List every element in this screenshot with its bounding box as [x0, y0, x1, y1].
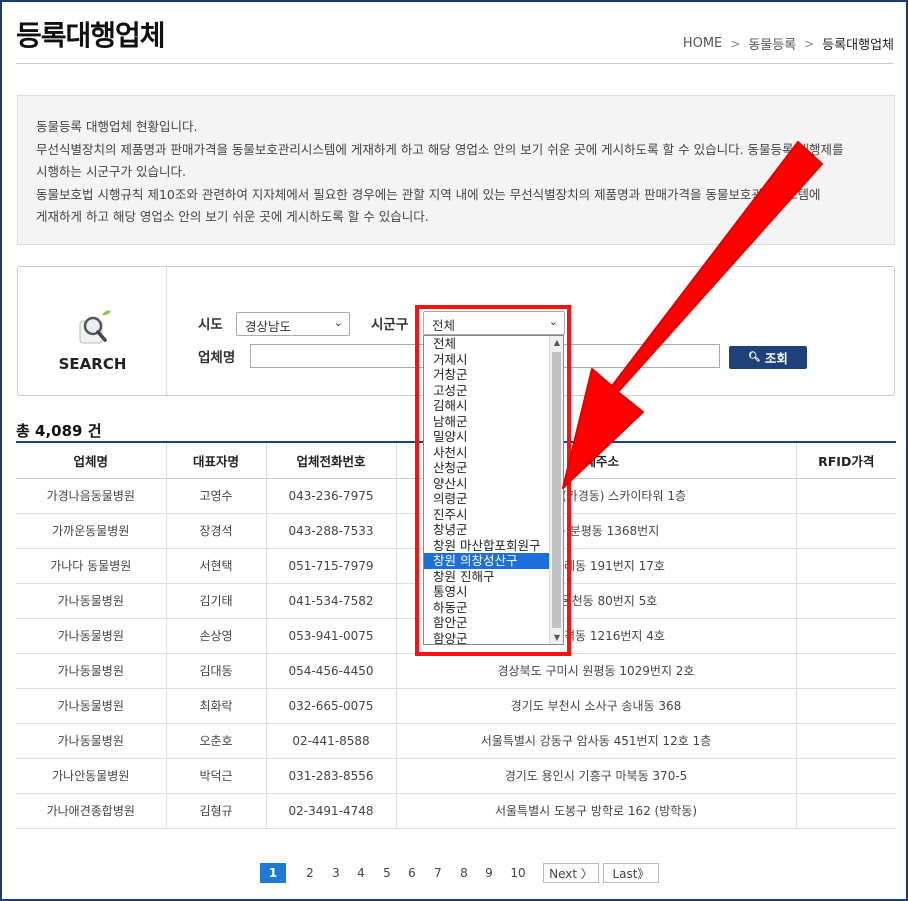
annotation-arrow: [562, 141, 823, 489]
annotation-arrow-shape: [562, 141, 823, 489]
